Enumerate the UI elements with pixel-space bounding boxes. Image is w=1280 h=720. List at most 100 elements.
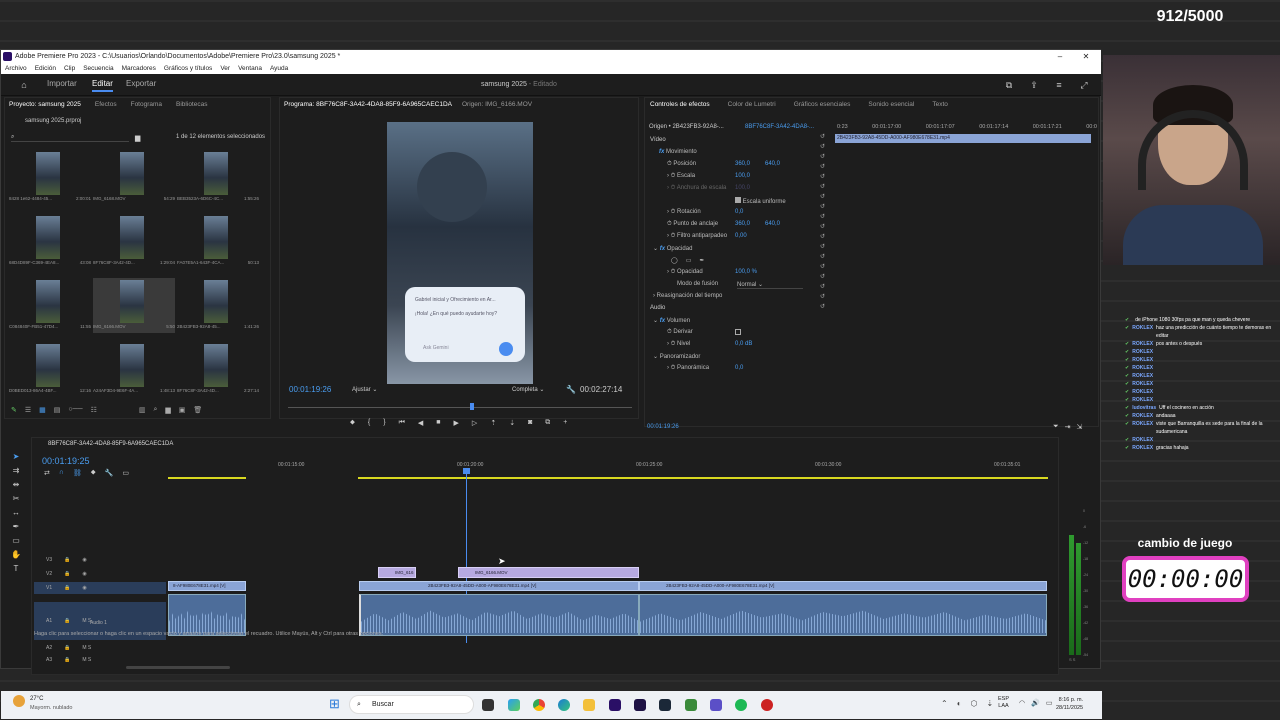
opacity-value[interactable]: 100,0 % xyxy=(735,269,757,275)
obs-icon[interactable] xyxy=(761,699,773,711)
reset-icon[interactable]: ↺ xyxy=(820,183,830,190)
minimize-button[interactable]: – xyxy=(1047,50,1073,63)
sequence-tab[interactable]: 8BF76C8F-3A42-4DA8-85F9-6A965CAEC1DA xyxy=(48,441,173,447)
reset-icon[interactable]: ↺ xyxy=(820,273,830,280)
slip-icon[interactable]: ↔ xyxy=(12,508,20,517)
menu-item[interactable]: Ventana xyxy=(238,63,262,74)
tab-source[interactable]: Origen: IMG_6166.MOV xyxy=(462,101,532,108)
tab-program[interactable]: Programa: 8BF76C8F-3A42-4DA8-85F9-6A965C… xyxy=(284,101,452,108)
project-search-input[interactable]: ⌕ xyxy=(11,134,129,142)
anchor-x[interactable]: 360,0 xyxy=(735,221,750,227)
list-view-icon[interactable]: ☰ xyxy=(25,406,31,416)
video-preview[interactable]: Gabriel inicial y Ofrecimiento en Ar... … xyxy=(387,122,533,384)
project-item[interactable]: 2B423FB3-92A8-45... 1:41:26 xyxy=(177,278,259,333)
mark-in-icon[interactable]: { xyxy=(368,419,370,427)
project-item[interactable]: 8428 1e62-4484-45... 2:00:01 xyxy=(9,150,91,205)
app-icon[interactable] xyxy=(685,699,697,711)
quality-dropdown[interactable]: Completa ⌄ xyxy=(512,386,544,393)
reset-icon[interactable]: ↺ xyxy=(820,193,830,200)
track-header[interactable]: A3 🔒 M S xyxy=(34,654,166,666)
eye-icon[interactable]: M S xyxy=(82,645,91,651)
battery-icon[interactable]: ▭ xyxy=(1046,699,1053,707)
reset-icon[interactable]: ↺ xyxy=(820,133,830,140)
tab-export[interactable]: Exportar xyxy=(126,79,156,88)
menu-item[interactable]: Edición xyxy=(35,63,56,74)
pencil-icon[interactable]: ✎ xyxy=(11,406,17,416)
panner-header[interactable]: ⌄ Panoramizador xyxy=(653,353,700,360)
stop-icon[interactable]: ■ xyxy=(436,419,440,427)
clock[interactable]: 8:16 p. m. 28/11/2025 xyxy=(1056,696,1083,712)
settings-icon[interactable]: 🔧 xyxy=(105,469,114,477)
project-item[interactable]: IMG_6168.MOV 54:29 xyxy=(93,150,175,205)
reset-icon[interactable]: ↺ xyxy=(820,263,830,270)
project-item[interactable]: 8F76C8F-3A42-4D... 2:27:14 xyxy=(177,342,259,397)
icon-view-icon[interactable]: ▦ xyxy=(39,406,46,416)
uniform-scale-checkbox[interactable] xyxy=(735,197,741,203)
track-select-icon[interactable]: ⇉ xyxy=(13,466,20,475)
captions-icon[interactable]: ▭ xyxy=(122,469,129,477)
fx-target[interactable]: 8BF76C8F-3A42-4DA8-... xyxy=(745,124,814,130)
selection-tool-icon[interactable]: ➤ xyxy=(13,452,20,461)
premiere-task-icon[interactable] xyxy=(609,699,621,711)
ellipse-mask-icon[interactable]: ◯ xyxy=(671,257,678,264)
menu-item[interactable]: Gráficos y títulos xyxy=(164,63,212,74)
program-scrubber[interactable] xyxy=(288,407,632,408)
menu-item[interactable]: Secuencia xyxy=(83,63,113,74)
go-to-in-icon[interactable]: ⏮ xyxy=(399,419,405,427)
fx-timecode[interactable]: 00:01:19:26 xyxy=(647,424,679,430)
track-header[interactable]: V3 🔒 ◉ xyxy=(34,554,166,566)
motion-row[interactable]: fx Movimiento xyxy=(659,149,697,155)
reset-icon[interactable]: ↺ xyxy=(820,173,830,180)
clip-v1-b[interactable]: 2B423FB3-92A8-45DD-A000-AF980E678E31.mp4… xyxy=(359,581,639,591)
playhead-marker[interactable] xyxy=(470,403,474,410)
tab-import[interactable]: Importar xyxy=(47,79,77,88)
compare-icon[interactable]: ⧉ xyxy=(545,419,550,427)
pen-mask-icon[interactable]: ✒ xyxy=(699,257,704,264)
new-item-icon[interactable]: ▣ xyxy=(179,406,186,416)
sort-icon[interactable]: ☷ xyxy=(91,406,97,416)
project-item[interactable]: FA07E5A1-643F-4CA... 50:13 xyxy=(177,214,259,269)
fullscreen-icon[interactable]: ⧉ xyxy=(1004,80,1014,90)
add-button-icon[interactable]: + xyxy=(563,419,567,427)
project-item[interactable]: C084840F-FB51-47D4... 11:55 xyxy=(9,278,91,333)
weather-icon[interactable] xyxy=(13,695,25,707)
effects-tab[interactable]: Sonido esencial xyxy=(868,101,914,108)
project-tab[interactable]: Proyecto: samsung 2025 xyxy=(9,101,81,108)
lock-icon[interactable]: 🔒 xyxy=(64,618,70,624)
eye-icon[interactable]: ◉ xyxy=(82,571,86,577)
lift-icon[interactable]: ⇡ xyxy=(490,419,496,427)
nest-icon[interactable]: ⇄ xyxy=(44,469,50,477)
reset-icon[interactable]: ↺ xyxy=(820,283,830,290)
export-icon[interactable]: ⇲ xyxy=(1076,423,1082,431)
rotation-value[interactable]: 0,0 xyxy=(735,209,743,215)
uniform-scale-row[interactable]: Escala uniforme xyxy=(735,197,786,205)
freeform-view-icon[interactable]: ▤ xyxy=(54,406,61,416)
project-tab[interactable]: Bibliotecas xyxy=(176,101,207,108)
reset-icon[interactable]: ↺ xyxy=(820,163,830,170)
windows-start-icon[interactable]: ⊞ xyxy=(329,697,343,711)
track-header[interactable]: A2 🔒 M S xyxy=(34,642,166,654)
tab-edit[interactable]: Editar xyxy=(92,79,113,92)
reset-icon[interactable]: ↺ xyxy=(820,243,830,250)
menu-icon[interactable]: ≡ xyxy=(1054,80,1064,90)
menu-item[interactable]: Marcadores xyxy=(122,63,156,74)
eye-icon[interactable]: ◉ xyxy=(82,585,86,591)
new-bin-icon[interactable]: ▆ xyxy=(165,406,170,416)
mark-out-icon[interactable]: } xyxy=(383,419,385,427)
steam-icon[interactable] xyxy=(659,699,671,711)
lock-icon[interactable]: 🔒 xyxy=(64,657,70,663)
reset-icon[interactable]: ↺ xyxy=(820,203,830,210)
camera-icon[interactable]: ◙ xyxy=(528,419,532,427)
playhead-handle[interactable] xyxy=(463,468,470,474)
tray-chevron-icon[interactable]: ⌃ xyxy=(941,699,948,708)
pen-tool-icon[interactable]: ✒ xyxy=(13,522,20,531)
menu-item[interactable]: Ayuda xyxy=(270,63,288,74)
reset-icon[interactable]: ↺ xyxy=(820,293,830,300)
extract-icon[interactable]: ⇣ xyxy=(509,419,515,427)
rectangle-tool-icon[interactable]: ▭ xyxy=(12,536,20,545)
project-item[interactable]: A24AF3D4-9E6F-4A... 1:48:13 xyxy=(93,342,175,397)
timeline-ruler[interactable]: 00:01:15:00 00:01:20:00 00:01:25:00 00:01:3… xyxy=(168,462,1048,472)
clip-v1-a[interactable]: 8-AF980E678E31.mp4 [V] xyxy=(168,581,246,591)
tray-download-icon[interactable]: ⇣ xyxy=(987,699,994,708)
reset-icon[interactable]: ↺ xyxy=(820,253,830,260)
